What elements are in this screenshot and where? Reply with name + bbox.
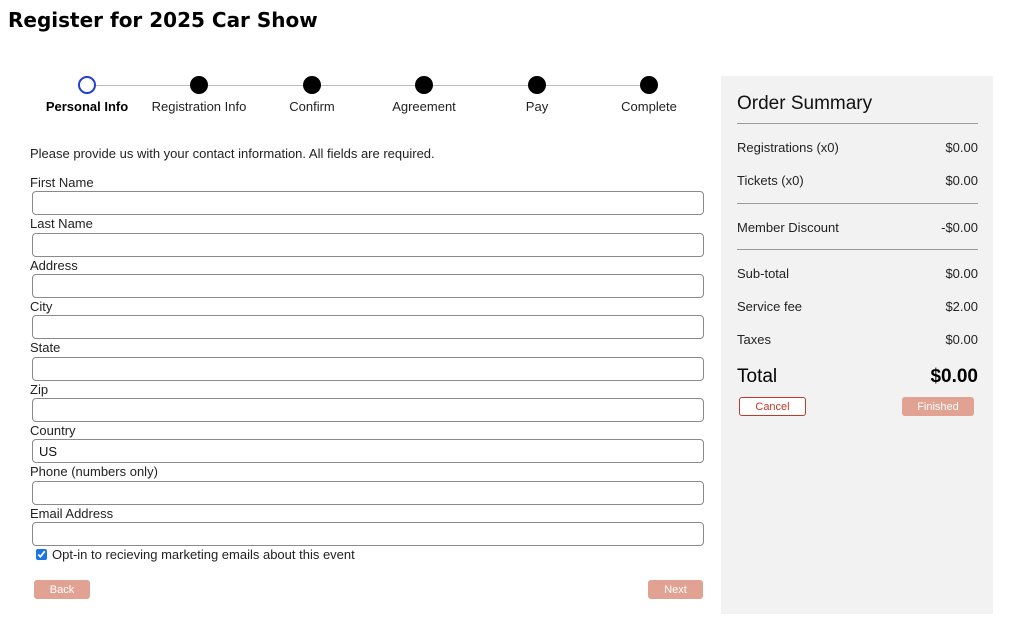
taxes-amount: $0.00 <box>945 332 978 347</box>
state-field[interactable] <box>32 357 704 381</box>
last-name-label: Last Name <box>30 216 93 231</box>
subtotal-amount: $0.00 <box>945 266 978 281</box>
discount-row: Member Discount -$0.00 <box>737 220 978 235</box>
phone-label: Phone (numbers only) <box>30 464 158 479</box>
step-label-pay: Pay <box>525 99 549 114</box>
step-dot-agreement <box>415 76 433 94</box>
discount-amount: -$0.00 <box>941 220 978 235</box>
optin-checkbox[interactable] <box>36 549 47 560</box>
step-label-confirm: Confirm <box>289 99 335 114</box>
total-label: Total <box>737 366 778 387</box>
address-field[interactable] <box>32 274 704 298</box>
summary-divider <box>737 203 978 204</box>
step-dot-pay <box>528 76 546 94</box>
step-label-complete: Complete <box>621 99 677 114</box>
first-name-label: First Name <box>30 175 94 190</box>
step-label-registration-info: Registration Info <box>151 99 247 114</box>
service-fee-amount: $2.00 <box>945 299 978 314</box>
subtotal-row: Sub-total $0.00 <box>737 266 978 281</box>
service-fee-row: Service fee $2.00 <box>737 299 978 314</box>
tickets-row: Tickets (x0) $0.00 <box>737 173 978 188</box>
step-dot-confirm <box>303 76 321 94</box>
email-label: Email Address <box>30 506 114 521</box>
step-dot-registration-info <box>190 76 208 94</box>
email-field[interactable] <box>32 522 704 546</box>
back-button[interactable]: Back <box>34 580 90 599</box>
stepper-line <box>86 85 650 86</box>
zip-field[interactable] <box>32 398 704 422</box>
city-field[interactable] <box>32 315 704 339</box>
page-title: Register for 2025 Car Show <box>8 8 318 32</box>
registrations-label: Registrations (x0) <box>737 140 839 155</box>
subtotal-label: Sub-total <box>737 266 790 281</box>
step-dot-complete <box>640 76 658 94</box>
zip-label: Zip <box>30 382 49 397</box>
country-label: Country <box>30 423 76 438</box>
cancel-button[interactable]: Cancel <box>739 397 806 416</box>
registrations-amount: $0.00 <box>945 140 978 155</box>
summary-divider <box>737 123 978 124</box>
registrations-row: Registrations (x0) $0.00 <box>737 140 978 155</box>
step-dot-personal-info <box>78 76 96 94</box>
optin-label: Opt-in to recieving marketing emails abo… <box>52 547 355 562</box>
total-row: Total $0.00 <box>737 366 978 388</box>
city-label: City <box>30 299 53 314</box>
summary-divider <box>737 249 978 250</box>
tickets-amount: $0.00 <box>945 173 978 188</box>
next-button[interactable]: Next <box>648 580 703 599</box>
order-summary-title: Order Summary <box>737 93 873 114</box>
first-name-field[interactable] <box>32 191 704 215</box>
last-name-field[interactable] <box>32 233 704 257</box>
phone-field[interactable] <box>32 481 704 505</box>
discount-label: Member Discount <box>737 220 839 235</box>
total-amount: $0.00 <box>930 366 978 387</box>
service-fee-label: Service fee <box>737 299 803 314</box>
taxes-label: Taxes <box>737 332 771 347</box>
country-field[interactable] <box>32 439 704 463</box>
tickets-label: Tickets (x0) <box>737 173 804 188</box>
finished-button[interactable]: Finished <box>902 397 974 416</box>
state-label: State <box>30 340 61 355</box>
step-label-agreement: Agreement <box>392 99 456 114</box>
form-intro: Please provide us with your contact info… <box>30 146 435 161</box>
optin-row[interactable]: Opt-in to recieving marketing emails abo… <box>36 547 355 562</box>
order-summary-panel: Order Summary Registrations (x0) $0.00 T… <box>721 76 993 614</box>
address-label: Address <box>30 258 78 273</box>
step-label-personal-info: Personal Info <box>45 99 129 114</box>
taxes-row: Taxes $0.00 <box>737 332 978 347</box>
